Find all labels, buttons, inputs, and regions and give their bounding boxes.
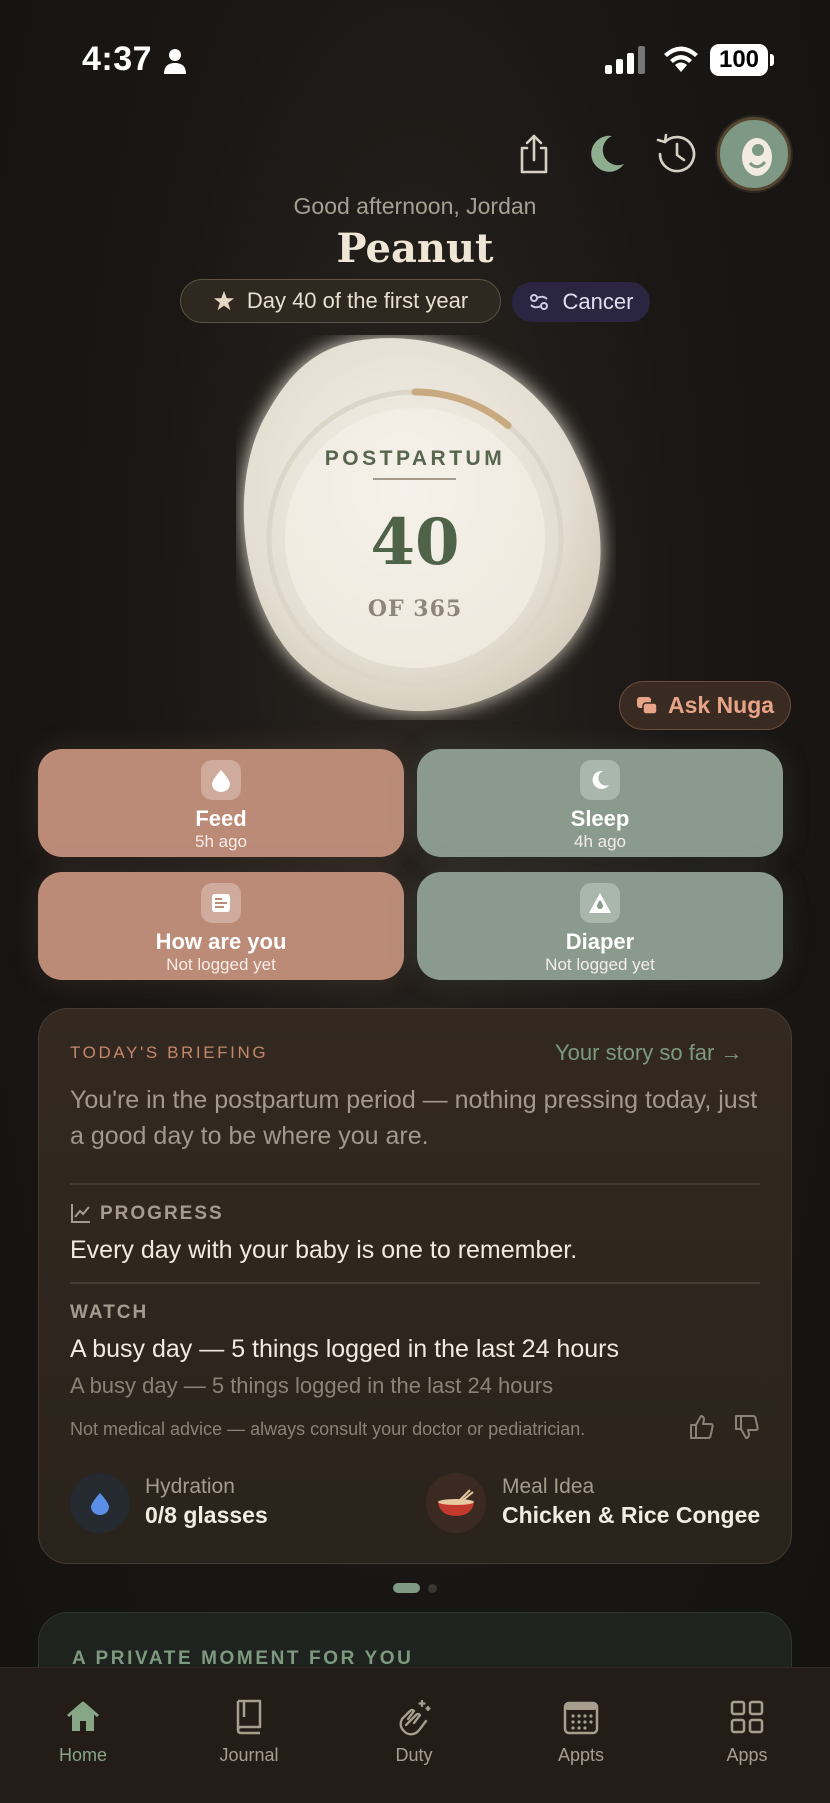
tab-home[interactable]: Home [23, 1697, 143, 1766]
diaper-icon [589, 893, 611, 913]
diaper-tile-title: Diaper [565, 929, 635, 954]
progress-section-text: Every day with your baby is one to remem… [70, 1236, 578, 1264]
share-icon[interactable] [510, 130, 558, 178]
ask-nuga-label: Ask Nuga [667, 692, 775, 718]
watch-section-title: A busy day — 5 things logged in the last… [70, 1335, 619, 1363]
day-count-pill[interactable]: Day 40 of the first year [180, 279, 501, 323]
zodiac-pill[interactable]: Cancer [512, 282, 650, 322]
tab-apps[interactable]: Apps [687, 1697, 807, 1766]
tab-appts-label: Appts [557, 1745, 605, 1765]
divider [70, 1282, 760, 1284]
feed-tile-title: Feed [195, 806, 247, 831]
status-time: 4:37 [82, 40, 153, 78]
tab-duty-label: Duty [395, 1745, 433, 1765]
meal-idea-value[interactable]: Chicken & Rice Congee [502, 1502, 760, 1529]
progress-divider [373, 478, 456, 480]
home-icon [67, 1701, 99, 1731]
greeting-text: Good afternoon, Jordan [293, 193, 537, 219]
divider [70, 1183, 760, 1185]
diaper-tile-subtitle: Not logged yet [545, 955, 655, 974]
noodle-bowl-icon [438, 1489, 474, 1516]
feed-tile-subtitle: 5h ago [195, 832, 247, 851]
tab-journal-label: Journal [219, 1745, 279, 1765]
cellular-signal-icon [605, 46, 645, 74]
watch-section-subtitle: A busy day — 5 things logged in the last… [70, 1373, 554, 1398]
moon-icon[interactable] [582, 130, 630, 178]
tab-appts[interactable]: Appts [521, 1697, 641, 1766]
how-are-you-tile-title: How are you [155, 929, 287, 954]
story-so-far-link[interactable]: Your story so far → [555, 1040, 742, 1066]
sleep-tile-title: Sleep [570, 806, 630, 831]
note-icon [212, 894, 230, 912]
how-are-you-tile[interactable]: How are you Not logged yet [38, 872, 404, 980]
day-pill-label: Day 40 of the first year [246, 288, 469, 313]
progress-label: POSTPARTUM [324, 447, 506, 470]
zodiac-label: Cancer [562, 289, 634, 314]
sleep-tile[interactable]: Sleep 4h ago [417, 749, 783, 857]
tab-home-label: Home [58, 1745, 107, 1765]
thumbs-up-icon[interactable] [688, 1413, 716, 1441]
history-icon[interactable] [652, 130, 700, 178]
progress-day-number: 40 [370, 505, 460, 580]
medical-disclaimer: Not medical advice — always consult your… [70, 1419, 586, 1439]
watch-section-label: WATCH [70, 1302, 149, 1323]
briefing-body: You're in the postpartum period — nothin… [70, 1086, 758, 1150]
thumbs-down-icon[interactable] [733, 1413, 761, 1441]
meal-icon-circle[interactable] [426, 1473, 486, 1533]
calendar-icon [563, 1701, 599, 1735]
chat-icon [636, 696, 658, 715]
grid-icon [730, 1700, 764, 1734]
drop-icon [212, 770, 230, 792]
cancer-sign-icon [529, 294, 548, 310]
hydration-icon-circle[interactable] [70, 1473, 130, 1533]
page-indicator-active[interactable] [393, 1583, 420, 1593]
star-icon [213, 290, 234, 311]
tab-journal[interactable]: Journal [189, 1697, 309, 1766]
progress-section-label: PROGRESS [100, 1203, 224, 1224]
baby-name: Peanut [336, 225, 494, 272]
book-icon [236, 1699, 262, 1735]
page-indicator-inactive[interactable] [428, 1584, 437, 1593]
feed-tile[interactable]: Feed 5h ago [38, 749, 404, 857]
trend-chart-icon [71, 1204, 90, 1223]
progress-total: OF 365 [367, 596, 463, 622]
hydration-label: Hydration [145, 1475, 235, 1498]
hydration-value[interactable]: 0/8 glasses [145, 1502, 268, 1529]
hands-icon [399, 1699, 431, 1736]
moon-icon [592, 770, 609, 789]
baby-icon [742, 138, 772, 176]
wifi-icon [664, 46, 698, 72]
water-drop-icon [91, 1493, 109, 1515]
battery-indicator: 100 [710, 44, 774, 76]
briefing-label: TODAY'S BRIEFING [70, 1043, 269, 1062]
how-are-you-tile-subtitle: Not logged yet [166, 955, 276, 974]
battery-level: 100 [710, 44, 768, 76]
sleep-tile-subtitle: 4h ago [574, 832, 626, 851]
tab-duty[interactable]: Duty [354, 1697, 474, 1766]
diaper-tile[interactable]: Diaper Not logged yet [417, 872, 783, 980]
meal-idea-label: Meal Idea [502, 1475, 595, 1498]
person-icon [164, 49, 186, 74]
ask-nuga-button[interactable]: Ask Nuga [619, 681, 791, 730]
profile-avatar[interactable] [717, 117, 791, 191]
tab-apps-label: Apps [726, 1745, 768, 1765]
